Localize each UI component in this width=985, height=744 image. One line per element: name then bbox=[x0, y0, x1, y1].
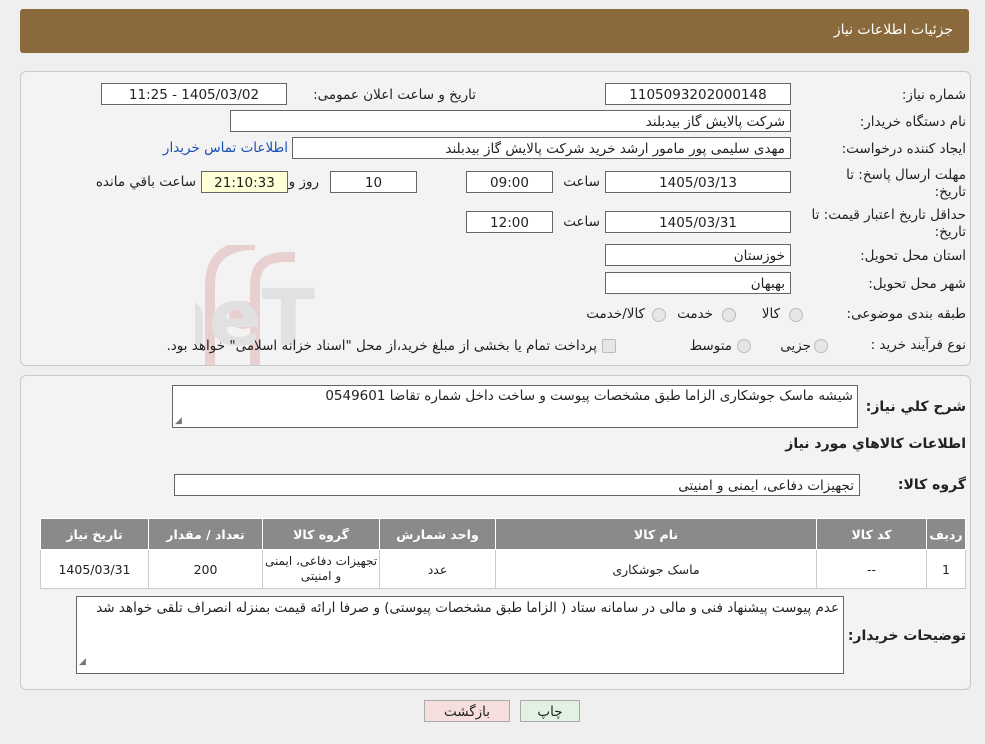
validity-time-field: 12:00 bbox=[466, 211, 553, 233]
category-label: طبقه بندی موضوعی: bbox=[846, 306, 966, 322]
cell-group: تجهیزات دفاعی، ایمنی و امنیتی bbox=[262, 549, 380, 589]
category-option-goods-service: کالا/خدمت bbox=[586, 306, 645, 322]
col-name: نام کالا bbox=[495, 518, 817, 550]
process-radio-minor[interactable] bbox=[814, 339, 828, 353]
remaining-time-label: ساعت باقي مانده bbox=[95, 174, 196, 190]
need-number-field: 1105093202000148 bbox=[605, 83, 791, 105]
col-unit: واحد شمارش bbox=[379, 518, 496, 550]
cell-row: 1 bbox=[926, 549, 966, 589]
cell-name: ماسک جوشکاری bbox=[495, 549, 817, 589]
deadline-label-date: تاریخ: bbox=[934, 184, 966, 200]
category-radio-goods-service[interactable] bbox=[652, 308, 666, 322]
process-label: نوع فرآیند خرید : bbox=[870, 337, 966, 353]
process-checkbox-treasury[interactable] bbox=[602, 339, 616, 353]
buyer-org-label: نام دستگاه خریدار: bbox=[859, 114, 966, 130]
goods-table: ردیف کد کالا نام کالا واحد شمارش گروه کا… bbox=[40, 518, 966, 589]
col-qty: تعداد / مقدار bbox=[148, 518, 263, 550]
validity-date-field: 1405/03/31 bbox=[605, 211, 791, 233]
process-option-medium: متوسط bbox=[689, 338, 732, 354]
city-field: بهبهان bbox=[605, 272, 791, 294]
remaining-time-field: 21:10:33 bbox=[201, 171, 288, 193]
deadline-time-label: ساعت bbox=[563, 174, 600, 190]
validity-time-label: ساعت bbox=[563, 214, 600, 230]
category-option-service: خدمت bbox=[677, 306, 713, 322]
need-number-label: شماره نیاز: bbox=[901, 87, 966, 103]
summary-field: شیشه ماسک جوشکاری الزاما طبق مشخصات پیوس… bbox=[172, 385, 858, 428]
buyer-org-field: شرکت پالایش گاز بیدبلند bbox=[230, 110, 791, 132]
back-button[interactable]: بازگشت bbox=[424, 700, 510, 722]
goods-info-title: اطلاعات کالاهاي مورد نياز bbox=[785, 436, 966, 452]
page-header: جزئیات اطلاعات نیاز bbox=[20, 9, 969, 53]
table-row: 1 -- ماسک جوشکاری عدد تجهیزات دفاعی، ایم… bbox=[40, 549, 966, 589]
page-title: جزئیات اطلاعات نیاز bbox=[833, 22, 953, 38]
resize-handle-icon[interactable]: ◢ bbox=[175, 416, 182, 426]
summary-label: شرح کلي نياز: bbox=[865, 399, 966, 415]
buyer-notes-text: عدم پیوست پیشنهاد فنی و مالی در سامانه س… bbox=[96, 600, 839, 616]
requester-label: ایجاد کننده درخواست: bbox=[841, 141, 966, 157]
category-radio-service[interactable] bbox=[722, 308, 736, 322]
col-group: گروه کالا bbox=[262, 518, 380, 550]
deadline-label: مهلت ارسال پاسخ: تا bbox=[846, 167, 966, 183]
resize-handle-icon[interactable]: ◢ bbox=[79, 653, 86, 672]
validity-label-date: تاریخ: bbox=[934, 224, 966, 240]
deadline-date-field: 1405/03/13 bbox=[605, 171, 791, 193]
province-label: استان محل تحویل: bbox=[860, 248, 966, 264]
cell-unit: عدد bbox=[379, 549, 496, 589]
days-remaining-field: 10 bbox=[330, 171, 417, 193]
summary-text: شیشه ماسک جوشکاری الزاما طبق مشخصات پیوس… bbox=[325, 388, 853, 404]
cell-qty: 200 bbox=[148, 549, 263, 589]
deadline-time-field: 09:00 bbox=[466, 171, 553, 193]
validity-label: حداقل تاریخ اعتبار قیمت: تا bbox=[811, 207, 966, 223]
buyer-notes-label: توضیحات خریدار: bbox=[847, 628, 966, 644]
days-label: روز و bbox=[288, 174, 319, 190]
goods-group-field: تجهیزات دفاعی، ایمنی و امنیتی bbox=[174, 474, 860, 496]
col-row: ردیف bbox=[926, 518, 966, 550]
cell-code: -- bbox=[816, 549, 927, 589]
print-button[interactable]: چاپ bbox=[520, 700, 580, 722]
process-note: پرداخت تمام یا بخشی از مبلغ خرید،از محل … bbox=[166, 338, 597, 354]
buyer-contact-link[interactable]: اطلاعات تماس خریدار bbox=[163, 140, 288, 156]
cell-date: 1405/03/31 bbox=[40, 549, 149, 589]
category-radio-goods[interactable] bbox=[789, 308, 803, 322]
announce-datetime-field: 1405/03/02 - 11:25 bbox=[101, 83, 287, 105]
process-radio-medium[interactable] bbox=[737, 339, 751, 353]
province-field: خوزستان bbox=[605, 244, 791, 266]
requester-field: مهدی سلیمی پور مامور ارشد خرید شرکت پالا… bbox=[292, 137, 791, 159]
process-option-minor: جزیی bbox=[780, 338, 811, 354]
category-option-goods: کالا bbox=[761, 306, 780, 322]
col-code: کد کالا bbox=[816, 518, 927, 550]
announce-label: تاریخ و ساعت اعلان عمومی: bbox=[313, 87, 476, 103]
col-date: تاریخ نیاز bbox=[40, 518, 149, 550]
goods-group-label: گروه کالا: bbox=[897, 477, 966, 493]
buyer-notes-field: عدم پیوست پیشنهاد فنی و مالی در سامانه س… bbox=[76, 596, 844, 674]
city-label: شهر محل تحویل: bbox=[868, 276, 966, 292]
goods-table-header: ردیف کد کالا نام کالا واحد شمارش گروه کا… bbox=[40, 518, 966, 550]
